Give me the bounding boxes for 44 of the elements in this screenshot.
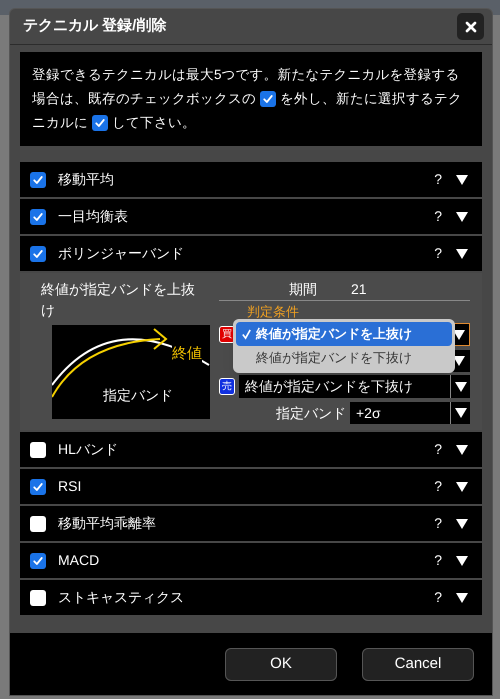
window-title: テクニカル 登録/削除 — [23, 16, 166, 36]
help-mark[interactable]: ? — [434, 587, 442, 608]
band-label: 指定バンド — [103, 386, 173, 405]
technical-name: MACD — [58, 551, 100, 570]
select-value: +2σ — [355, 404, 382, 422]
line-label: 終値 — [172, 345, 202, 363]
technical-name: RSI — [58, 477, 82, 496]
help-mark[interactable]: ? — [434, 439, 442, 460]
technical-row[interactable]: RSI ? — [20, 469, 482, 504]
help-mark[interactable]: ? — [434, 550, 442, 571]
help-mark[interactable]: ? — [434, 513, 442, 534]
technical-row[interactable]: ストキャスティクス ? — [20, 580, 482, 615]
help-mark[interactable]: ? — [434, 243, 442, 264]
technical-row[interactable]: 移動平均乖離率 ? — [20, 506, 482, 541]
technical-name: 移動平均乖離率 — [58, 514, 157, 533]
notice-text: 登録できるテクニカルは最大5つです。新たなテクニカルを登録する場合は、既存のチェックボックスの を外し、新たに選択するテクニカルに して下さい。 — [32, 66, 463, 134]
technical-name: 一目均衡表 — [58, 207, 129, 226]
band-select[interactable]: +2σ — [350, 402, 470, 424]
option-text: 終値が指定バンドを上抜け — [256, 325, 412, 344]
technical-name: ストキャスティクス — [58, 588, 185, 607]
technical-row[interactable]: ボリンジャーバンド ? — [20, 236, 482, 271]
help-mark[interactable]: ? — [434, 476, 442, 497]
help-mark[interactable]: ? — [434, 169, 442, 190]
technical-row[interactable]: 一目均衡表 ? — [20, 199, 482, 234]
help-mark[interactable]: ? — [434, 206, 442, 227]
menu-option[interactable]: 終値が指定バンドを下抜け — [236, 346, 452, 370]
technical-row[interactable]: HLバンド ? — [20, 432, 482, 467]
technical-row[interactable]: 移動平均 ? — [20, 162, 482, 197]
technical-name: HLバンド — [58, 440, 119, 459]
cancel-button[interactable]: Cancel — [362, 648, 474, 680]
technical-row[interactable]: MACD ? — [20, 543, 482, 578]
technical-name: 移動平均 — [58, 170, 115, 189]
band-setting-label: 指定バンド — [276, 404, 346, 422]
ok-button[interactable]: OK — [225, 648, 337, 680]
menu-option[interactable]: 終値が指定バンドを上抜け — [236, 322, 452, 346]
select-value: 終値が指定バンドを下抜け — [244, 377, 414, 396]
option-text: 終値が指定バンドを下抜け — [256, 349, 412, 368]
sell-condition-select[interactable]: 終値が指定バンドを下抜け — [239, 375, 470, 398]
period-label: 期間 — [289, 280, 317, 299]
period-value: 21 — [351, 280, 367, 299]
description-text: 終値が指定バンドを上抜け — [41, 280, 196, 320]
sell-badge: 売 — [219, 378, 235, 395]
condition-label: 判定条件 — [246, 303, 300, 316]
technical-name: ボリンジャーバンド — [58, 244, 185, 263]
